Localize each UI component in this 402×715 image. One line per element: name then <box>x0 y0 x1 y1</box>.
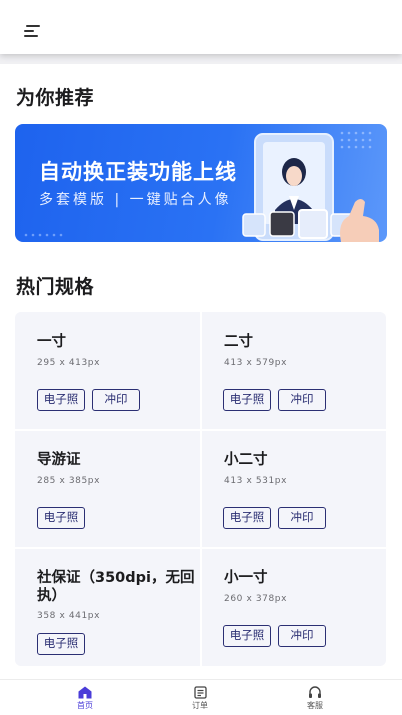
spec-size: 358 x 441px <box>37 611 101 621</box>
spec-card[interactable]: 小二寸 413 x 531px 电子照 冲印 <box>202 431 386 548</box>
bottom-nav: 首页 订单 客服 <box>0 679 402 715</box>
electronic-photo-button[interactable]: 电子照 <box>37 389 85 411</box>
spec-card[interactable]: 小一寸 260 x 378px 电子照 冲印 <box>202 549 386 666</box>
spec-card[interactable]: 一寸 295 x 413px 电子照 冲印 <box>15 312 200 429</box>
divider <box>0 54 402 64</box>
hot-specs-title: 热门规格 <box>16 276 95 298</box>
spec-size: 260 x 378px <box>224 594 288 604</box>
promo-banner[interactable]: 自动换正装功能上线 多套模版 | 一键贴合人像 <box>15 124 387 242</box>
electronic-photo-button[interactable]: 电子照 <box>37 507 85 529</box>
dots-decoration <box>24 233 63 237</box>
spec-size: 413 x 579px <box>224 358 288 368</box>
banner-title: 自动换正装功能上线 <box>39 160 237 184</box>
print-button[interactable]: 冲印 <box>278 507 326 529</box>
print-button[interactable]: 冲印 <box>278 389 326 411</box>
banner-subtitle: 多套模版 | 一键贴合人像 <box>39 192 232 208</box>
electronic-photo-button[interactable]: 电子照 <box>223 389 271 411</box>
recommend-title: 为你推荐 <box>16 87 95 109</box>
spec-size: 413 x 531px <box>224 476 288 486</box>
spec-name: 社保证（350dpi，无回执） <box>37 570 195 604</box>
spec-name: 二寸 <box>224 334 253 350</box>
nav-label: 订单 <box>192 701 208 710</box>
nav-home[interactable]: 首页 <box>55 686 115 711</box>
phone-illustration-icon <box>242 133 379 242</box>
print-button[interactable]: 冲印 <box>278 625 326 647</box>
spec-name: 小一寸 <box>224 570 268 586</box>
nav-label: 客服 <box>307 701 323 710</box>
spec-card[interactable]: 导游证 285 x 385px 电子照 <box>15 431 200 548</box>
electronic-photo-button[interactable]: 电子照 <box>37 633 85 655</box>
spec-name: 一寸 <box>37 334 66 350</box>
spec-size: 285 x 385px <box>37 476 101 486</box>
nav-label: 首页 <box>77 701 93 710</box>
electronic-photo-button[interactable]: 电子照 <box>223 625 271 647</box>
nav-orders[interactable]: 订单 <box>170 686 230 711</box>
top-bar <box>0 0 402 54</box>
print-button[interactable]: 冲印 <box>92 389 140 411</box>
specs-grid: 一寸 295 x 413px 电子照 冲印 二寸 413 x 579px 电子照… <box>15 312 386 666</box>
order-icon <box>193 686 207 699</box>
spec-card[interactable]: 社保证（350dpi，无回执） 358 x 441px 电子照 <box>15 549 200 666</box>
spec-size: 295 x 413px <box>37 358 101 368</box>
spec-card[interactable]: 二寸 413 x 579px 电子照 冲印 <box>202 312 386 429</box>
spec-name: 导游证 <box>37 452 81 468</box>
electronic-photo-button[interactable]: 电子照 <box>223 507 271 529</box>
menu-icon[interactable] <box>24 25 40 37</box>
headset-icon <box>309 686 321 698</box>
nav-service[interactable]: 客服 <box>285 686 345 711</box>
home-icon <box>78 686 92 699</box>
spec-name: 小二寸 <box>224 452 268 468</box>
